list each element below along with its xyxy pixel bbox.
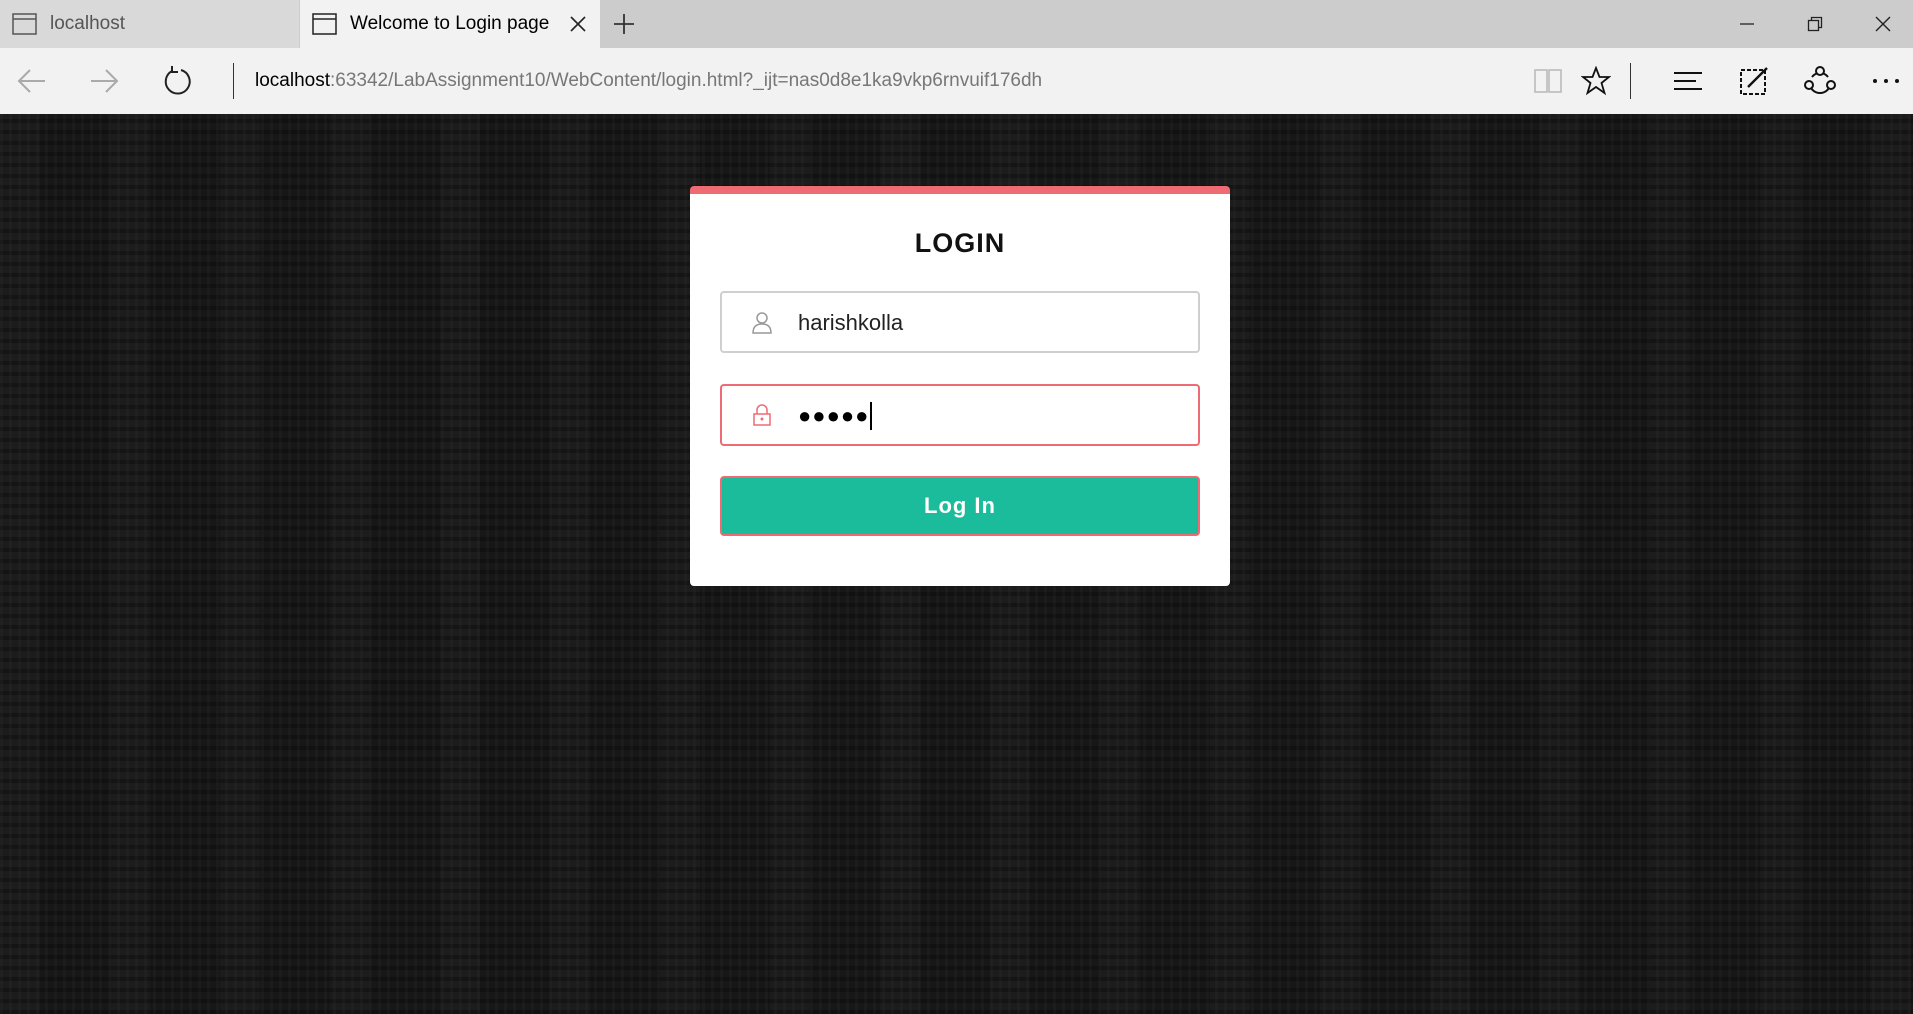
close-icon bbox=[1875, 16, 1891, 32]
reading-view-button[interactable] bbox=[1530, 63, 1566, 99]
minimize-button[interactable] bbox=[1713, 0, 1781, 48]
share-icon bbox=[1804, 66, 1836, 95]
forward-button[interactable] bbox=[86, 63, 122, 99]
back-arrow-icon bbox=[17, 69, 45, 93]
login-button[interactable]: Log In bbox=[720, 476, 1200, 536]
username-value: harishkolla bbox=[798, 310, 904, 335]
reading-view-icon bbox=[1534, 69, 1562, 93]
address-bar[interactable]: localhost:63342/LabAssignment10/WebConte… bbox=[255, 68, 1505, 94]
username-field[interactable]: harishkolla bbox=[720, 291, 1200, 353]
new-tab-icon[interactable] bbox=[610, 12, 638, 36]
hub-icon bbox=[1674, 72, 1702, 90]
hub-button[interactable] bbox=[1670, 63, 1706, 99]
page-icon bbox=[12, 13, 37, 35]
tab-localhost[interactable]: localhost bbox=[0, 0, 299, 48]
tab-welcome-login[interactable]: Welcome to Login page bbox=[300, 0, 600, 48]
forward-arrow-icon bbox=[91, 69, 119, 93]
minimize-icon bbox=[1740, 23, 1754, 25]
close-window-button[interactable] bbox=[1849, 0, 1913, 48]
web-note-icon bbox=[1740, 67, 1768, 95]
refresh-button[interactable] bbox=[159, 63, 195, 99]
page-icon bbox=[312, 13, 337, 35]
web-note-button[interactable] bbox=[1736, 63, 1772, 99]
page-background: LOGIN harishkolla ●●●●● Log In bbox=[0, 114, 1913, 1014]
more-button[interactable] bbox=[1868, 63, 1904, 99]
navigation-bar: localhost:63342/LabAssignment10/WebConte… bbox=[0, 48, 1913, 114]
toolbar-separator bbox=[1630, 63, 1631, 99]
lock-icon bbox=[753, 404, 771, 426]
address-host: localhost bbox=[255, 70, 330, 91]
share-button[interactable] bbox=[1802, 63, 1838, 99]
tab-title: localhost bbox=[50, 13, 125, 34]
restore-icon bbox=[1807, 16, 1823, 32]
text-caret bbox=[870, 402, 873, 430]
more-icon bbox=[1873, 79, 1899, 83]
refresh-icon bbox=[164, 66, 191, 95]
password-mask: ●●●●● bbox=[798, 403, 870, 428]
address-path: :63342/LabAssignment10/WebContent/login.… bbox=[330, 70, 1043, 91]
user-icon bbox=[752, 312, 772, 334]
close-tab-icon[interactable] bbox=[568, 14, 588, 34]
password-value: ●●●●● bbox=[798, 402, 873, 430]
tab-title: Welcome to Login page bbox=[350, 13, 550, 34]
star-icon bbox=[1581, 66, 1611, 96]
restore-button[interactable] bbox=[1781, 0, 1849, 48]
login-title: LOGIN bbox=[914, 228, 1006, 258]
password-field[interactable]: ●●●●● bbox=[720, 384, 1200, 446]
login-card: LOGIN harishkolla ●●●●● Log In bbox=[690, 186, 1230, 586]
favorite-button[interactable] bbox=[1578, 63, 1614, 99]
back-button[interactable] bbox=[14, 63, 50, 99]
tab-strip: localhost Welcome to Login page bbox=[0, 0, 1913, 48]
address-separator bbox=[233, 63, 234, 99]
